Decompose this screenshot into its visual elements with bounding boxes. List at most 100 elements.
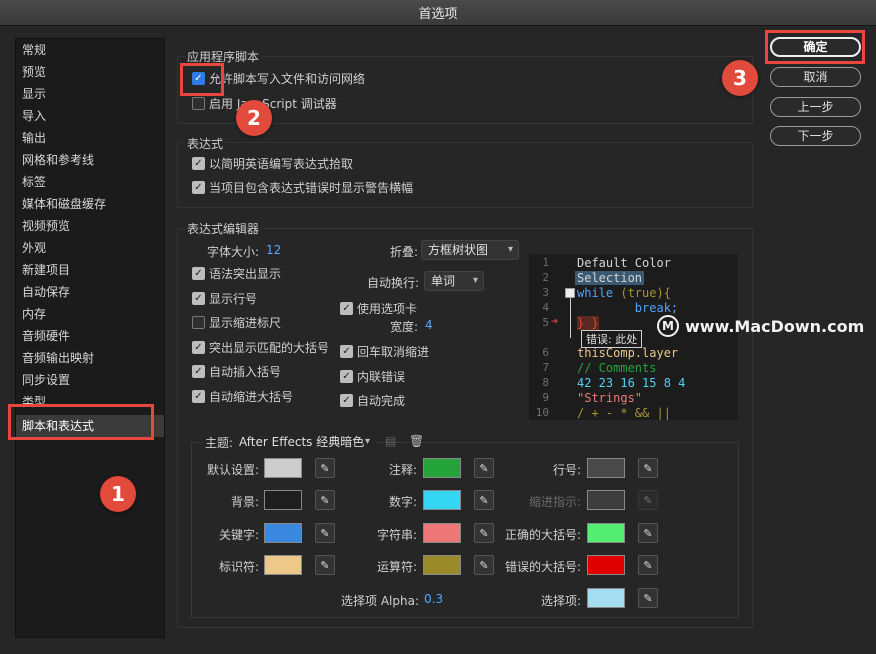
expressions-title: 表达式 [185,135,226,152]
pick-whip-checkbox[interactable]: ✓ 以简明英语编写表达式拾取 [192,155,353,172]
sidebar-item[interactable]: 音频输出映射 [16,347,164,369]
eyedropper-icon[interactable]: ✎ [638,588,658,608]
code-line: } } [577,316,599,330]
editor-left-checkbox[interactable]: ✓ 突出显示匹配的大括号 [192,339,329,356]
code-token: while [577,286,614,300]
check-icon: ✓ [340,302,353,315]
sidebar-item[interactable]: 视频预览 [16,215,164,237]
theme-color-label: 默认设置: [206,463,259,477]
sidebar-item[interactable]: 预览 [16,61,164,83]
selection-swatch[interactable] [587,588,625,608]
save-theme-icon[interactable]: ▤ [385,434,396,448]
title-bar: 首选项 [0,0,876,26]
checkbox-label: 自动完成 [357,394,406,408]
eyedropper-icon[interactable]: ✎ [474,523,494,543]
theme-color-swatch[interactable] [264,490,302,510]
eyedropper-icon[interactable]: ✎ [474,490,494,510]
line-number: 7 [542,361,549,374]
theme-color-label: 标识符: [218,560,259,574]
theme-color-swatch[interactable] [423,555,461,575]
editor-left-checkbox[interactable]: ✓ 语法突出显示 [192,265,281,282]
theme-color-label: 字符串: [376,528,417,542]
debugger-label: 启用 JavaScript 调试器 [209,97,337,111]
expressions-section [177,142,753,208]
warning-banner-checkbox[interactable]: ✓ 当项目包含表达式错误时显示警告横幅 [192,179,413,196]
cancel-button[interactable]: 取消 [770,67,861,87]
sidebar-item[interactable]: 媒体和磁盘缓存 [16,193,164,215]
sidebar-item[interactable]: 外观 [16,237,164,259]
sidebar-item[interactable]: 显示 [16,83,164,105]
previous-button[interactable]: 上一步 [770,97,861,117]
editor-left-checkbox[interactable]: ✓ 显示行号 [192,290,257,307]
eyedropper-icon[interactable]: ✎ [315,458,335,478]
sidebar-item[interactable]: 标签 [16,171,164,193]
theme-color-swatch[interactable] [587,458,625,478]
checkbox-label: 自动插入括号 [209,365,282,379]
editor-mid-checkbox[interactable]: ✓ 回车取消缩进 [340,343,429,360]
theme-color-swatch[interactable] [264,458,302,478]
line-number: 6 [542,346,549,359]
editor-left-checkbox[interactable]: ✓ 自动插入括号 [192,363,281,380]
editor-left-checkbox[interactable]: 显示缩进标尺 [192,314,281,331]
code-token: 错误: 此处 [586,333,638,346]
sidebar-item[interactable]: 音频硬件 [16,325,164,347]
sidebar-item[interactable]: 同步设置 [16,369,164,391]
sidebar-item[interactable]: 网格和参考线 [16,149,164,171]
sidebar-item[interactable]: 内存 [16,303,164,325]
wrap-value: 单词 [431,274,456,288]
checkbox-label: 显示行号 [209,292,258,306]
eyedropper-icon[interactable]: ✎ [474,458,494,478]
eyedropper-icon[interactable]: ✎ [315,523,335,543]
eyedropper-icon[interactable]: ✎ [638,490,658,510]
editor-mid-checkbox[interactable]: ✓ 自动完成 [340,392,405,409]
theme-color-swatch[interactable] [587,490,625,510]
theme-color-swatch[interactable] [264,523,302,543]
theme-color-swatch[interactable] [264,555,302,575]
tab-width-value[interactable]: 4 [425,318,433,332]
theme-color-swatch[interactable] [587,523,625,543]
eyedropper-icon[interactable]: ✎ [638,458,658,478]
theme-color-swatch[interactable] [423,490,461,510]
check-icon: ✓ [340,370,353,383]
theme-dropdown[interactable]: After Effects 经典暗色 ▾ [232,432,376,452]
theme-color-swatch[interactable] [423,523,461,543]
check-icon: ✓ [192,267,205,280]
eyedropper-icon[interactable]: ✎ [315,555,335,575]
theme-value: After Effects 经典暗色 [239,435,365,449]
code-line: thisComp.layer [577,346,678,360]
checkbox-label: 语法突出显示 [209,267,282,281]
eyedropper-icon[interactable]: ✎ [638,523,658,543]
unchecked-box-icon [192,97,205,110]
warning-banner-label: 当项目包含表达式错误时显示警告横幅 [209,181,414,195]
next-button[interactable]: 下一步 [770,126,861,146]
code-token: thisComp.layer [577,346,679,360]
line-number: 2 [542,271,549,284]
checkbox-label: 内联错误 [357,370,406,384]
editor-left-checkbox[interactable]: ✓ 自动缩进大括号 [192,388,293,405]
checkbox-label: 使用选项卡 [357,302,418,316]
alpha-value[interactable]: 0.3 [424,592,443,606]
sidebar-item[interactable]: 常规 [16,39,164,61]
code-line: while (true){ [577,286,671,300]
sidebar-item[interactable]: 新建项目 [16,259,164,281]
eyedropper-icon[interactable]: ✎ [638,555,658,575]
sidebar-item[interactable]: 自动保存 [16,281,164,303]
line-number: 8 [542,376,549,389]
eyedropper-icon[interactable]: ✎ [315,490,335,510]
eyedropper-icon[interactable]: ✎ [474,555,494,575]
theme-color-swatch[interactable] [587,555,625,575]
editor-mid-checkbox[interactable]: ✓ 使用选项卡 [340,300,417,317]
editor-mid-checkbox[interactable]: ✓ 内联错误 [340,368,405,385]
sidebar-item[interactable]: 输出 [16,127,164,149]
fold-toggle-icon[interactable] [565,288,575,298]
font-size-value[interactable]: 12 [266,243,281,257]
theme-color-label: 背景: [230,495,259,509]
checkbox-label: 自动缩进大括号 [209,390,294,404]
fold-dropdown[interactable]: 方框树状图 ▾ [421,240,519,260]
wrap-dropdown[interactable]: 单词 ▾ [424,271,484,291]
theme-color-swatch[interactable] [423,458,461,478]
sidebar-item[interactable]: 导入 [16,105,164,127]
font-size-label: 字体大小: [207,245,260,259]
trash-icon[interactable]: 🗑 [409,434,424,448]
line-number: 4 [542,301,549,314]
